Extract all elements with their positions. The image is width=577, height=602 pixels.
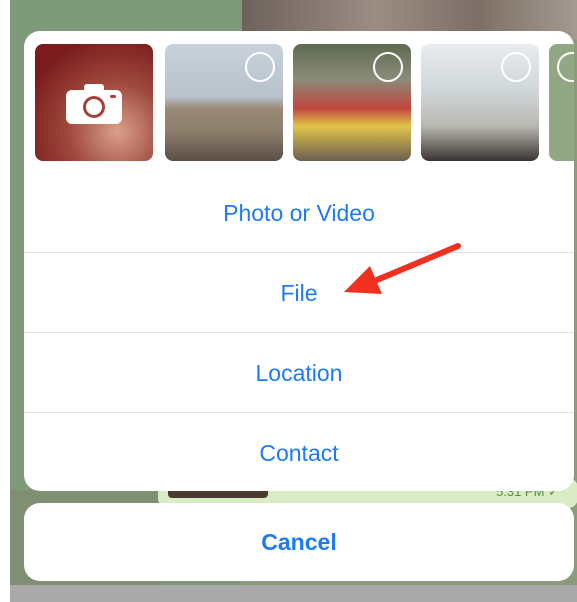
file-option[interactable]: File	[24, 253, 574, 333]
annotation-arrow-icon	[344, 243, 461, 294]
camera-icon	[66, 84, 122, 124]
attach-action-sheet: Photo or Video File Location Contact	[24, 31, 574, 491]
select-circle-icon[interactable]	[245, 52, 275, 82]
select-circle-icon[interactable]	[557, 52, 574, 82]
gallery-photo[interactable]	[165, 44, 283, 161]
photo-or-video-option[interactable]: Photo or Video	[24, 173, 574, 253]
select-circle-icon[interactable]	[373, 52, 403, 82]
cancel-button[interactable]: Cancel	[24, 503, 574, 581]
gallery-photo[interactable]	[549, 44, 574, 161]
contact-option[interactable]: Contact	[24, 413, 574, 491]
location-option[interactable]: Location	[24, 333, 574, 413]
select-circle-icon[interactable]	[501, 52, 531, 82]
camera-tile[interactable]	[35, 44, 153, 161]
gallery-photo[interactable]	[421, 44, 539, 161]
gallery-photo[interactable]	[293, 44, 411, 161]
bottom-bar	[10, 585, 577, 602]
